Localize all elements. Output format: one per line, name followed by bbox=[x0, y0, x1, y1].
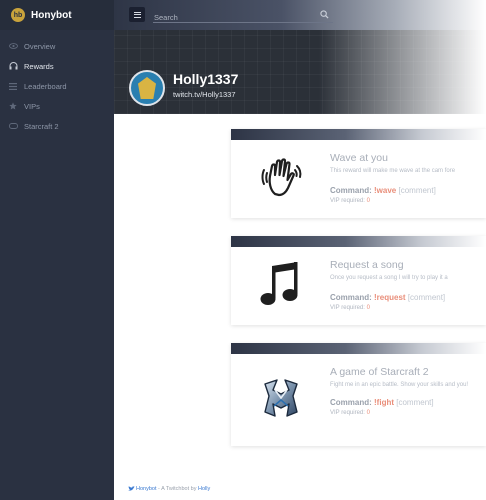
reward-description: Once you request a song I will try to pl… bbox=[330, 275, 448, 281]
waving-hand-icon bbox=[257, 154, 305, 202]
twitter-bird-icon bbox=[128, 486, 135, 491]
vip-value: 0 bbox=[366, 197, 370, 204]
menu-toggle-button[interactable] bbox=[129, 7, 145, 22]
command-name: !request bbox=[374, 292, 406, 302]
headset-icon bbox=[8, 61, 18, 71]
search-bar bbox=[153, 7, 333, 25]
command-argument: [comment] bbox=[398, 185, 436, 195]
sidebar-item-starcraft-2[interactable]: Starcraft 2 bbox=[0, 116, 114, 136]
sidebar-item-overview[interactable]: Overview bbox=[0, 36, 114, 56]
search-icon[interactable] bbox=[320, 10, 329, 19]
reward-title: Wave at you bbox=[330, 152, 388, 164]
starcraft-logo-icon bbox=[257, 374, 305, 422]
brand[interactable]: hb Honybot bbox=[0, 0, 114, 30]
music-note-icon bbox=[257, 261, 305, 309]
reward-description: Fight me in an epic battle. Show your sk… bbox=[330, 382, 469, 388]
profile-header: Holly1337 twitch.tv/Holly1337 bbox=[114, 30, 486, 114]
vip-requirement: VIP required: 0 bbox=[330, 304, 370, 311]
command-argument: [comment] bbox=[396, 397, 434, 407]
sidebar-nav: Overview Rewards Leaderboard VIPs Starcr… bbox=[0, 36, 114, 136]
sidebar-item-rewards[interactable]: Rewards bbox=[0, 56, 114, 76]
sidebar-item-leaderboard[interactable]: Leaderboard bbox=[0, 76, 114, 96]
reward-command: Command: !fight [comment] bbox=[330, 397, 434, 407]
reward-command: Command: !wave [comment] bbox=[330, 185, 436, 195]
footer-brand-link[interactable]: Honybot bbox=[136, 486, 157, 492]
vip-value: 0 bbox=[366, 304, 370, 311]
brand-name: Honybot bbox=[31, 9, 72, 21]
card-header-bar bbox=[231, 236, 486, 247]
vip-requirement: VIP required: 0 bbox=[330, 197, 370, 204]
profile-link[interactable]: twitch.tv/Holly1337 bbox=[173, 90, 236, 99]
reward-title: A game of Starcraft 2 bbox=[330, 366, 429, 378]
reward-card-request[interactable]: Request a song Once you request a song I… bbox=[231, 236, 486, 325]
vip-requirement: VIP required: 0 bbox=[330, 409, 370, 416]
topbar bbox=[114, 0, 486, 30]
sidebar-item-label: Starcraft 2 bbox=[24, 121, 59, 131]
footer: Honybot - A Twitchbot by Holly bbox=[128, 486, 210, 492]
sidebar-item-label: Overview bbox=[24, 41, 56, 51]
reward-title: Request a song bbox=[330, 259, 404, 271]
gamepad-icon bbox=[8, 121, 18, 131]
star-icon bbox=[8, 101, 18, 111]
footer-author-link[interactable]: Holly bbox=[198, 486, 210, 492]
honybot-logo-icon: hb bbox=[11, 8, 25, 22]
reward-card-starcraft[interactable]: A game of Starcraft 2 Fight me in an epi… bbox=[231, 343, 486, 446]
reward-command: Command: !request [comment] bbox=[330, 292, 446, 302]
card-header-bar bbox=[231, 129, 486, 140]
command-name: !fight bbox=[374, 397, 395, 407]
sidebar-item-vips[interactable]: VIPs bbox=[0, 96, 114, 116]
command-name: !wave bbox=[374, 185, 397, 195]
sidebar-item-label: Rewards bbox=[24, 61, 54, 71]
sidebar-item-label: Leaderboard bbox=[24, 81, 67, 91]
eye-icon bbox=[8, 41, 18, 51]
sidebar-item-label: VIPs bbox=[24, 101, 40, 111]
reward-description: This reward will make me wave at the cam… bbox=[330, 168, 456, 174]
profile-name: Holly1337 bbox=[173, 71, 239, 87]
reward-card-wave[interactable]: Wave at you This reward will make me wav… bbox=[231, 129, 486, 218]
avatar bbox=[129, 70, 165, 106]
list-icon bbox=[8, 81, 18, 91]
card-header-bar bbox=[231, 343, 486, 354]
sidebar: hb Honybot Overview Rewards Leaderboard bbox=[0, 0, 114, 500]
vip-value: 0 bbox=[366, 409, 370, 416]
search-input[interactable] bbox=[153, 10, 313, 25]
rank-emblem-icon bbox=[138, 77, 156, 99]
footer-text: - A Twitchbot by bbox=[158, 486, 197, 492]
command-argument: [comment] bbox=[407, 292, 446, 302]
